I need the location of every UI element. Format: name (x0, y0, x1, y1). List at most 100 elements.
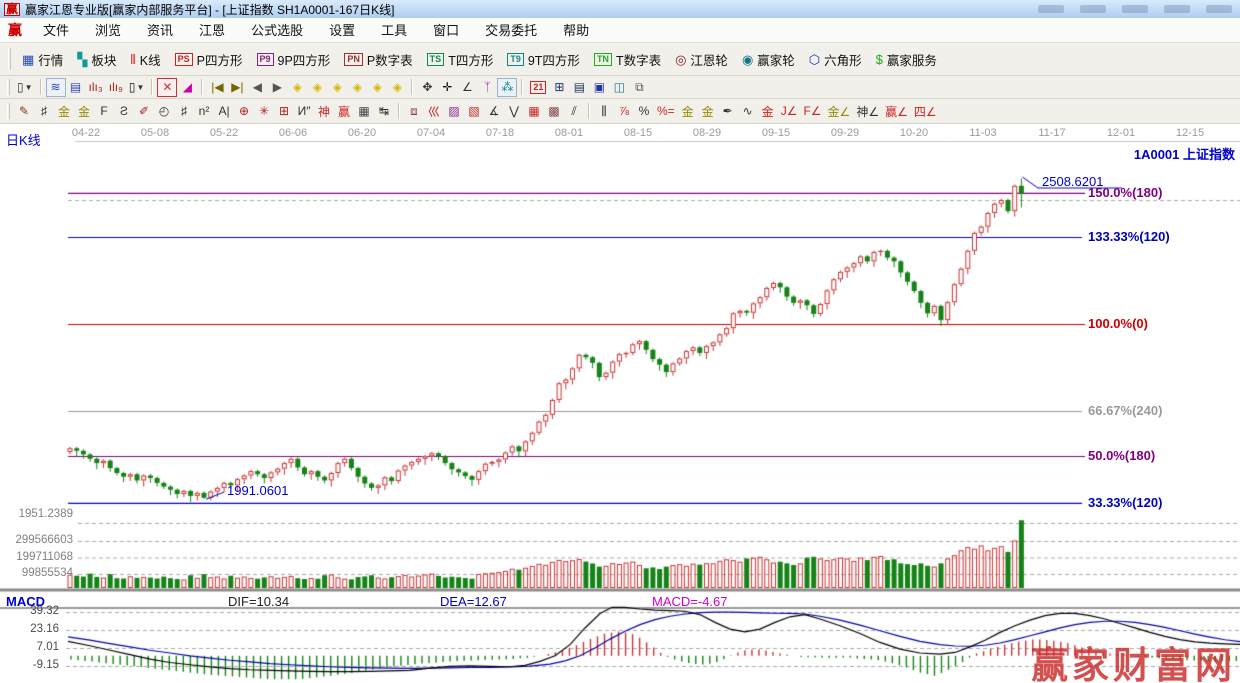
menu-item-9[interactable]: 交易委托 (472, 21, 550, 40)
tool-gann-pct[interactable]: % (634, 102, 654, 121)
toolbar-item-kline[interactable]: ⫴K线 (123, 48, 167, 71)
tool-gann-gold-angle[interactable]: 金∠ (825, 102, 854, 121)
tool-gann-wave-a[interactable]: ∿ (738, 102, 758, 121)
toolbar-item-9p-square[interactable]: P99P四方形 (250, 48, 338, 71)
tool-gann-shen-angle[interactable]: 神∠ (853, 102, 882, 121)
tool-chart-image[interactable]: ≋ (46, 78, 66, 97)
tool-gann-box-diag-red[interactable]: ▧ (464, 102, 484, 121)
tool-gann-grid-dark[interactable]: ▩ (544, 102, 564, 121)
menu-item-2[interactable]: 浏览 (82, 21, 134, 40)
tool-angle-measure-tool[interactable]: ∠ (457, 78, 477, 97)
price-chart-canvas[interactable] (0, 124, 1240, 683)
tool-zoom-right[interactable]: ◈ (307, 78, 327, 97)
tool-save[interactable]: ▣ (589, 78, 609, 97)
toolbar-item-t-number-table[interactable]: TNT数字表 (587, 48, 668, 71)
menu-item-6[interactable]: 设置 (316, 21, 368, 40)
tool-gann-bars-dots[interactable]: ⫼ (594, 102, 614, 121)
tool-next-bar[interactable]: ▶ (267, 78, 287, 97)
tool-gann-gold-fence-1[interactable]: 金 (54, 102, 74, 121)
titlebar-faded-item[interactable] (1122, 5, 1148, 13)
tool-calendar[interactable]: 21 (527, 78, 549, 97)
tool-gann-zigzag[interactable]: ⋁ (504, 102, 524, 121)
menu-item-3[interactable]: 资讯 (134, 21, 186, 40)
tool-gann-pct-slash[interactable]: ⅞ (614, 102, 634, 121)
titlebar-faded-item[interactable] (1080, 5, 1106, 13)
tool-gann-gold-lines[interactable]: 金 (698, 102, 718, 121)
tool-skip-end[interactable]: ▶| (227, 78, 247, 97)
tool-expand-h[interactable]: ◈ (367, 78, 387, 97)
tool-gann-j-angle[interactable]: J∠ (778, 102, 801, 121)
tool-candle-style[interactable]: ▯▼ (126, 78, 148, 97)
tool-zoom-left[interactable]: ◈ (287, 78, 307, 97)
tool-gann-grid-123[interactable]: ▦ (354, 102, 374, 121)
tool-gann-grid-star[interactable]: ⊞ (274, 102, 294, 121)
tool-bars-9[interactable]: ılı₉ (106, 78, 126, 97)
tool-gann-f-fence[interactable]: F (94, 102, 114, 121)
tool-gann-angle-fan[interactable]: ∡ (484, 102, 504, 121)
toolbar-item-winner-wheel[interactable]: ◉赢家轮 (735, 48, 802, 71)
tool-gann-spiral[interactable]: Ƨ (114, 102, 134, 121)
tool-gann-pct-lines[interactable]: %= (654, 102, 678, 121)
menu-item-1[interactable]: 文件 (30, 21, 82, 40)
menu-item-5[interactable]: 公式选股 (238, 21, 316, 40)
titlebar-faded-item[interactable] (1038, 5, 1064, 13)
menu-item-7[interactable]: 工具 (368, 21, 420, 40)
menu-item-4[interactable]: 江恩 (186, 21, 238, 40)
menu-item-10[interactable]: 帮助 (550, 21, 602, 40)
tool-gann-rays[interactable]: 巛 (424, 102, 444, 121)
tool-gann-ink-pen[interactable]: ✒ (718, 102, 738, 121)
tool-gann-span-arrow[interactable]: ↹ (374, 102, 394, 121)
tool-gann-box-handles[interactable]: ⧈ (404, 102, 424, 121)
tool-gann-i-marks[interactable]: И″ (294, 102, 314, 121)
tool-gann-parallel[interactable]: ⫽ (564, 102, 584, 121)
tool-volume-style[interactable]: ◢ (177, 78, 197, 97)
tool-zoom-in[interactable]: ◈ (327, 78, 347, 97)
tool-gann-dial[interactable]: ◴ (154, 102, 174, 121)
menu-item-8[interactable]: 窗口 (420, 21, 472, 40)
tool-expand-v[interactable]: ◈ (387, 78, 407, 97)
toolbar-item-t-square[interactable]: TST四方形 (420, 48, 501, 71)
tool-gann-gold-fence-2[interactable]: 金 (74, 102, 94, 121)
tool-gann-grid-red[interactable]: ▦ (524, 102, 544, 121)
tool-gann-n2[interactable]: n² (194, 102, 214, 121)
tool-gann-red-pen[interactable]: ✐ (134, 102, 154, 121)
tool-prev-bar[interactable]: ◀ (247, 78, 267, 97)
tool-workstation[interactable]: ⧉ (629, 78, 649, 97)
tool-notes[interactable]: ▤ (569, 78, 589, 97)
tool-gann-fence[interactable]: ♯ (34, 102, 54, 121)
tool-gann-si-angle[interactable]: 四∠ (911, 102, 940, 121)
tool-hand-tool[interactable]: ✥ (417, 78, 437, 97)
tool-crosshair-tool[interactable]: ✛ (437, 78, 457, 97)
tool-calculator[interactable]: ⊞ (549, 78, 569, 97)
toolbar-item-sectors[interactable]: ▚板块 (70, 48, 123, 71)
tool-info-panel[interactable]: ▤ (66, 78, 86, 97)
titlebar-faded-item[interactable] (1164, 5, 1190, 13)
toolbar-item-p-number-table[interactable]: PNP数字表 (337, 48, 419, 71)
tool-gann-f-angle[interactable]: F∠ (800, 102, 824, 121)
tool-magnet-tool[interactable]: ᛉ (477, 78, 497, 97)
tool-skip-start[interactable]: |◀ (207, 78, 227, 97)
tool-gann-ying-angle[interactable]: 赢∠ (882, 102, 911, 121)
tool-gann-pen[interactable]: ✎ (14, 102, 34, 121)
tool-gann-ying[interactable]: 赢 (334, 102, 354, 121)
toolbar-item-p-square[interactable]: PSP四方形 (168, 48, 250, 71)
tool-gann-target[interactable]: ⊕ (234, 102, 254, 121)
tool-bars-3[interactable]: ılı₃ (86, 78, 106, 97)
tool-gann-box-diag-purple[interactable]: ▨ (444, 102, 464, 121)
tool-gann-gold-red[interactable]: 金 (758, 102, 778, 121)
toolbar-item-quotes[interactable]: ▦行情 (15, 48, 70, 71)
tool-gann-shen[interactable]: 神 (314, 102, 334, 121)
toolbar-item-gann-wheel[interactable]: ◎江恩轮 (668, 48, 735, 71)
tool-gann-starburst[interactable]: ✳ (254, 102, 274, 121)
toolbar-item-winner-service[interactable]: $赢家服务 (869, 48, 944, 71)
titlebar-faded-item[interactable] (1206, 5, 1232, 13)
title-bar[interactable]: 赢 赢家江恩专业版[赢家内部服务平台] - [上证指数 SH1A0001-167… (0, 0, 1240, 18)
tool-gann-gold-circle[interactable]: 金 (678, 102, 698, 121)
tool-brain-tool[interactable]: ⁂ (497, 78, 517, 97)
tool-network[interactable]: ◫ (609, 78, 629, 97)
toolbar-item-hexagon[interactable]: ⬡六角形 (802, 48, 869, 71)
tool-period-selector[interactable]: ▯▼ (14, 78, 36, 97)
toolbar-item-9t-square[interactable]: T99T四方形 (500, 48, 587, 71)
tool-zoom-out[interactable]: ◈ (347, 78, 367, 97)
tool-gann-a-line[interactable]: A| (214, 102, 234, 121)
